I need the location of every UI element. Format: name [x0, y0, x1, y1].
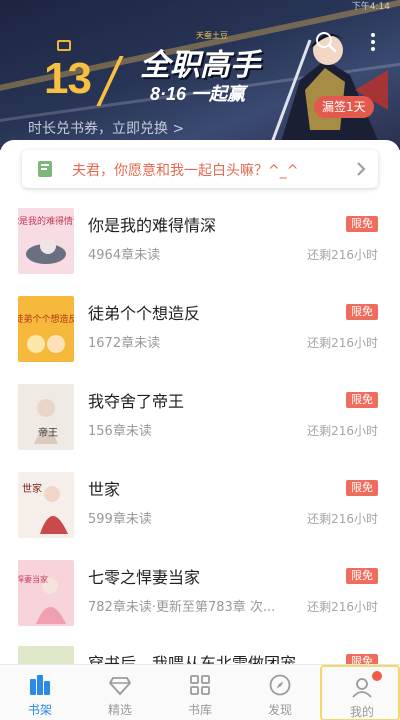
free-badge: 限免: [346, 568, 378, 584]
book-progress: 782章未读·更新至第783章 次...: [88, 600, 276, 615]
book-progress: 1672章未读: [88, 336, 161, 351]
bookshelf-panel: 夫君，你愿意和我一起白头嘛？^_^ 你是我的难得情深 你是我的难得情深 4964…: [0, 140, 400, 664]
chevron-right-icon: [357, 162, 366, 176]
book-title: 你是我的难得情深: [88, 216, 217, 235]
book-icon: [38, 161, 52, 177]
bookshelf-icon: [30, 675, 50, 695]
cover-text: 徒弟个个想造反: [18, 313, 74, 325]
cover-text: 悍妻当家: [18, 574, 48, 584]
search-icon[interactable]: [314, 30, 338, 54]
cover-text: 你是我的难得情深: [18, 215, 74, 227]
nav-bookshelf[interactable]: 书架: [0, 665, 80, 720]
notification-dot: [372, 671, 382, 681]
book-cover-art: 徒弟个个想造反: [18, 296, 74, 362]
book-item[interactable]: 世家 世家 599章未读 限免 还剩216小时: [0, 472, 400, 560]
book-title: 世家: [88, 480, 121, 499]
cover-text: 帝王: [38, 426, 58, 439]
nav-discover[interactable]: 发现: [240, 665, 320, 720]
book-remaining: 还剩216小时: [307, 248, 378, 262]
cover-text: 世家: [22, 482, 42, 495]
book-title: 徒弟个个想造反: [88, 304, 201, 323]
book-progress: 599章未读: [88, 512, 152, 527]
free-badge: 限免: [346, 480, 378, 496]
banner-date: 8·16 一起赢: [150, 84, 246, 104]
book-item[interactable]: 徒弟个个想造反 徒弟个个想造反 1672章未读 限免 还剩216小时: [0, 296, 400, 384]
bottom-navigation: 书架 精选 书库 发现 我的: [0, 664, 400, 720]
book-remaining: 还剩216小时: [307, 424, 378, 438]
book-cover-art: 帝王: [18, 384, 74, 450]
nav-label: 书库: [187, 703, 212, 717]
book-progress: 156章未读: [88, 424, 152, 439]
book-cover[interactable]: 你是我的难得情深: [18, 208, 74, 274]
nav-label: 我的: [349, 705, 374, 719]
more-menu-icon[interactable]: [366, 30, 380, 54]
book-cover[interactable]: [18, 646, 74, 664]
banner-number: 13: [44, 54, 92, 103]
free-badge: 限免: [346, 392, 378, 408]
book-cover[interactable]: 帝王: [18, 384, 74, 450]
nav-label: 书架: [27, 703, 52, 717]
notice-text: 夫君，你愿意和我一起白头嘛？^_^: [72, 163, 299, 179]
nav-library[interactable]: 书库: [160, 665, 240, 720]
book-progress: 4964章未读: [88, 248, 161, 263]
book-cover-art: 世家: [18, 472, 74, 538]
book-item[interactable]: 穿书后，我喂从东北雪做团宠 限免: [0, 646, 400, 664]
book-cover-art: 悍妻当家: [18, 560, 74, 626]
free-badge: 限免: [346, 216, 378, 232]
book-item[interactable]: 悍妻当家 七零之悍妻当家 782章未读·更新至第783章 次... 限免 还剩2…: [0, 560, 400, 648]
book-cover-art: [18, 646, 74, 664]
book-remaining: 还剩216小时: [307, 336, 378, 350]
book-remaining: 还剩216小时: [307, 512, 378, 526]
free-badge: 限免: [346, 304, 378, 320]
book-cover[interactable]: 徒弟个个想造反: [18, 296, 74, 362]
gift-icon: [57, 40, 71, 51]
book-remaining: 还剩216小时: [307, 600, 378, 614]
banner-title: 全职高手: [140, 48, 260, 83]
book-item[interactable]: 你是我的难得情深 你是我的难得情深 4964章未读 限免 还剩216小时: [0, 208, 400, 296]
nav-label: 发现: [267, 703, 292, 717]
compass-icon: [269, 674, 291, 696]
redeem-link[interactable]: 时长兑书券，立即兑换 >: [28, 118, 184, 138]
book-cover[interactable]: 悍妻当家: [18, 560, 74, 626]
book-item[interactable]: 帝王 我夺舍了帝王 156章未读 限免 还剩216小时: [0, 384, 400, 472]
promo-banner[interactable]: 下午4:14 13 天蚕土豆 全职高手 8·16 一起赢 时长兑书券，立即兑换 …: [0, 0, 400, 150]
profile-icon: [352, 678, 372, 698]
book-cover[interactable]: 世家: [18, 472, 74, 538]
nav-label: 精选: [107, 703, 132, 717]
notice-bar[interactable]: 夫君，你愿意和我一起白头嘛？^_^: [22, 150, 378, 188]
nav-profile[interactable]: 我的: [320, 665, 400, 720]
free-badge: 限免: [346, 654, 378, 664]
book-title: 七零之悍妻当家: [88, 568, 201, 587]
diamond-icon: [108, 677, 132, 696]
nav-featured[interactable]: 精选: [80, 665, 160, 720]
grid-icon: [190, 675, 210, 695]
signin-badge-button[interactable]: 漏签1天: [314, 96, 374, 118]
book-cover-art: 你是我的难得情深: [18, 208, 74, 274]
status-bar: 下午4:14: [0, 0, 400, 12]
book-title: 我夺舍了帝王: [88, 392, 185, 411]
book-title: 穿书后，我喂从东北雪做团宠: [88, 654, 297, 664]
